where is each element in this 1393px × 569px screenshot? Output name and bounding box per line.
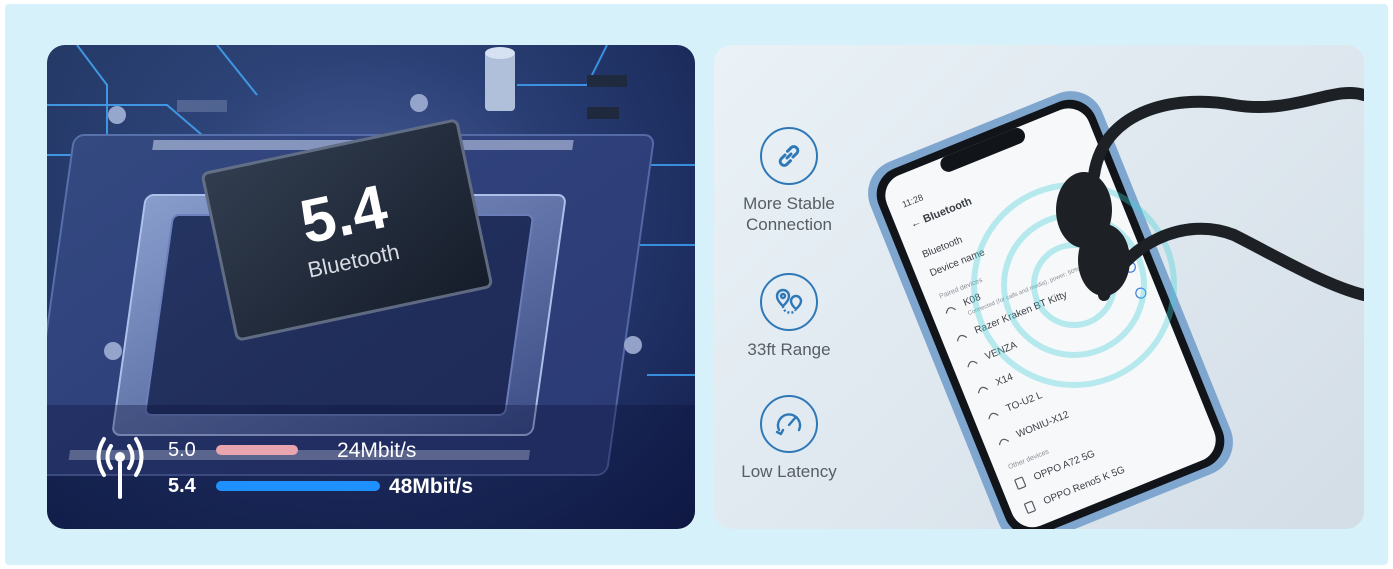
speed-value-5-0: 24Mbit/s bbox=[337, 439, 417, 462]
feature-label: 33ft Range bbox=[747, 340, 831, 359]
feature-label: Low Latency bbox=[741, 462, 837, 481]
chip-panel: 5.4 Bluetooth 5.0 24Mbit/s 5.4 48Mbit/s bbox=[47, 45, 695, 529]
version-label-5-4: 5.4 bbox=[168, 475, 196, 497]
feature-stable-connection: More Stable Connection bbox=[714, 127, 864, 235]
link-icon bbox=[760, 127, 818, 185]
speed-bar-5-4 bbox=[216, 481, 380, 491]
feature-latency: Low Latency bbox=[714, 395, 864, 482]
speed-value-5-4: 48Mbit/s bbox=[389, 475, 474, 498]
signal-tower-icon bbox=[96, 437, 144, 499]
version-label-5-0: 5.0 bbox=[168, 439, 196, 461]
range-pin-icon bbox=[760, 273, 818, 331]
phone-panel: 11:28 Bluetooth ← Bluetooth Device name … bbox=[714, 45, 1364, 529]
speed-comparison: 5.0 24Mbit/s 5.4 48Mbit/s bbox=[47, 45, 695, 529]
feature-label: More Stable Connection bbox=[743, 194, 835, 234]
feature-range: 33ft Range bbox=[714, 273, 864, 360]
speed-bar-5-0 bbox=[216, 445, 298, 455]
speedometer-icon bbox=[760, 395, 818, 453]
